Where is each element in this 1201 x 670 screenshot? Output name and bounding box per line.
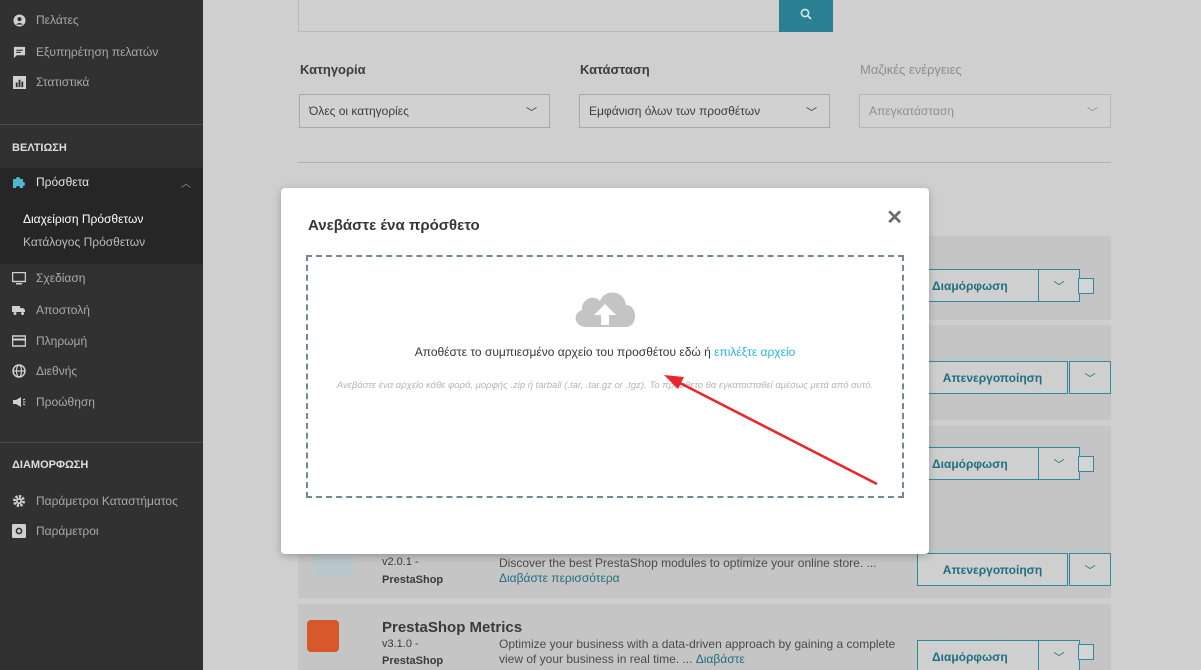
sidebar-item-label: Αποστολή: [36, 303, 90, 317]
sidebar-divider: [0, 124, 203, 125]
sidebar-item-customer-service[interactable]: Εξυπηρέτηση πελατών: [0, 40, 203, 64]
sidebar-divider: [0, 442, 203, 443]
chevron-up-icon[interactable]: ︿: [181, 175, 191, 190]
read-more-link[interactable]: Διαβάστε περισσότερα: [499, 571, 620, 585]
sidebar-item-payment[interactable]: Πληρωμή: [0, 329, 203, 353]
module-description-text: Discover the best PrestaShop modules to …: [499, 556, 877, 570]
credit-card-icon: [12, 334, 26, 348]
sidebar-section-heading: ΔΙΑΜΟΡΦΩΣΗ: [12, 459, 89, 471]
status-select-value: Εμφάνιση όλων των προσθέτων: [589, 104, 761, 118]
sidebar-item-label: Προώθηση: [36, 395, 95, 409]
read-more-link[interactable]: Διαβάστε: [696, 652, 745, 666]
module-select-checkbox[interactable]: [1078, 644, 1094, 660]
dropzone-hint: Ανεβάστε ένα αρχείο κάθε φορά, μορφής .z…: [336, 380, 874, 391]
sidebar-subitem-module-catalog[interactable]: Κατάλογος Πρόσθετων: [23, 235, 145, 249]
configure-button[interactable]: Διαμόρφωση: [917, 269, 1039, 302]
module-actions-dropdown[interactable]: ﹀: [1038, 269, 1080, 302]
truck-icon: [12, 303, 26, 317]
category-select-value: Όλες οι κατηγορίες: [309, 104, 409, 118]
module-description: Discover the best PrestaShop modules to …: [499, 556, 899, 586]
chevron-down-icon: ﹀: [1053, 280, 1065, 293]
sidebar-item-label: Διεθνής: [36, 364, 78, 378]
status-label: Κατάσταση: [580, 62, 650, 77]
bar-chart-icon: [12, 75, 26, 89]
sidebar-item-label: Παράμετροι: [36, 524, 99, 538]
chevron-down-icon: ﹀: [526, 107, 537, 119]
sidebar-item-label: Πληρωμή: [36, 334, 88, 348]
module-select-checkbox[interactable]: [1078, 456, 1094, 472]
category-label: Κατηγορία: [300, 62, 366, 77]
filters-divider: [298, 162, 1111, 163]
sidebar-item-label: Στατιστικά: [36, 75, 90, 89]
sidebar-item-shop-parameters[interactable]: Παράμετροι Καταστήματος: [0, 489, 203, 513]
sidebar-item-label: Σχεδίαση: [36, 271, 86, 285]
chevron-down-icon: ﹀: [1053, 458, 1065, 471]
modal-title: Ανεβάστε ένα πρόσθετο: [308, 217, 480, 234]
puzzle-icon: [12, 175, 26, 189]
module-select-checkbox[interactable]: [1078, 278, 1094, 294]
module-title: PrestaShop Metrics: [382, 619, 523, 636]
upload-module-modal: Ανεβάστε ένα πρόσθετο ✕ Αποθέστε το συμπ…: [281, 188, 929, 554]
configure-button[interactable]: Διαμόρφωση: [917, 447, 1039, 480]
globe-icon: [12, 364, 26, 378]
module-version: v2.0.1 -: [382, 556, 419, 568]
sidebar-item-shipping[interactable]: Αποστολή: [0, 298, 203, 322]
file-dropzone[interactable]: Αποθέστε το συμπιεσμένο αρχείο του προσθ…: [306, 255, 904, 498]
search-icon: [800, 7, 812, 25]
chat-icon: [12, 45, 26, 59]
bulk-actions-value: Απεγκατάσταση: [869, 104, 954, 118]
monitor-icon: [12, 271, 26, 285]
bulk-actions-label: Μαζικές ενέργειες: [860, 62, 962, 77]
module-actions-dropdown[interactable]: ﹀: [1038, 640, 1080, 670]
sidebar-item-design[interactable]: Σχεδίαση: [0, 266, 203, 290]
module-logo: [307, 620, 339, 652]
disable-button[interactable]: Απενεργοποίηση: [917, 553, 1068, 586]
bulk-actions-select[interactable]: Απεγκατάσταση ﹀: [859, 94, 1111, 128]
chevron-down-icon: ﹀: [1053, 651, 1065, 664]
configure-button[interactable]: Διαμόρφωση: [917, 640, 1039, 670]
sidebar-item-label: Εξυπηρέτηση πελατών: [36, 45, 159, 59]
user-circle-icon: [12, 13, 26, 27]
sidebar-subitem-module-manager[interactable]: Διαχείριση Πρόσθετων: [23, 212, 143, 226]
sidebar-item-promotion[interactable]: Προώθηση: [0, 390, 203, 414]
search-button[interactable]: [779, 0, 833, 32]
search-input[interactable]: [298, 0, 783, 32]
module-actions-dropdown[interactable]: ﹀: [1069, 361, 1111, 394]
sidebar-item-modules[interactable]: Πρόσθετα ︿: [0, 170, 203, 194]
sidebar: Πελάτες Εξυπηρέτηση πελατών Στατιστικά Β…: [0, 0, 203, 670]
select-file-link[interactable]: επιλέξτε αρχείο: [714, 345, 795, 359]
chevron-down-icon: ﹀: [806, 107, 817, 119]
disable-button[interactable]: Απενεργοποίηση: [917, 361, 1068, 394]
gear-icon: [12, 494, 26, 508]
sidebar-item-advanced-parameters[interactable]: Παράμετροι: [0, 519, 203, 543]
cloud-upload-icon: [575, 292, 635, 327]
sidebar-item-label: Πελάτες: [36, 13, 79, 27]
megaphone-icon: [12, 395, 26, 409]
module-author: PrestaShop: [382, 574, 444, 586]
module-version: v3.1.0 -: [382, 638, 419, 650]
module-actions-dropdown[interactable]: ﹀: [1069, 553, 1111, 586]
dropzone-instruction: Αποθέστε το συμπιεσμένο αρχείο του προσθ…: [308, 345, 902, 359]
status-select[interactable]: Εμφάνιση όλων των προσθέτων ﹀: [579, 94, 830, 128]
module-description: Optimize your business with a data-drive…: [499, 637, 899, 667]
module-author: PrestaShop: [382, 655, 444, 667]
sidebar-item-label: Παράμετροι Καταστήματος: [36, 494, 178, 508]
settings-box-icon: [12, 524, 26, 538]
sidebar-section-heading: ΒΕΛΤΙΩΣΗ: [12, 142, 67, 154]
sidebar-item-customers[interactable]: Πελάτες: [0, 8, 203, 32]
close-icon[interactable]: ✕: [886, 205, 903, 230]
sidebar-item-stats[interactable]: Στατιστικά: [0, 70, 203, 94]
module-logo: [313, 553, 353, 577]
chevron-down-icon: ﹀: [1084, 372, 1096, 385]
sidebar-item-international[interactable]: Διεθνής: [0, 359, 203, 383]
chevron-down-icon: ﹀: [1084, 564, 1096, 577]
module-actions-dropdown[interactable]: ﹀: [1038, 447, 1080, 480]
sidebar-item-label: Πρόσθετα: [36, 175, 90, 189]
dropzone-text: Αποθέστε το συμπιεσμένο αρχείο του προσθ…: [414, 345, 715, 359]
category-select[interactable]: Όλες οι κατηγορίες ﹀: [299, 94, 550, 128]
chevron-down-icon: ﹀: [1087, 107, 1098, 119]
